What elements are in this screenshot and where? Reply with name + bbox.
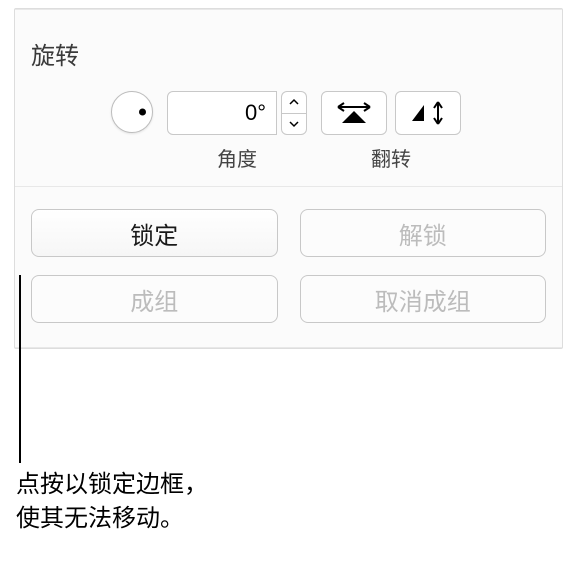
- inspector-panel: 旋转 0° 角度: [14, 8, 563, 349]
- rotation-controls-row: 0° 角度: [15, 91, 562, 186]
- callout-line-1: 点按以锁定边框，: [16, 471, 208, 498]
- angle-stepper-down[interactable]: [281, 113, 307, 136]
- unlock-button: 解锁: [300, 209, 547, 257]
- action-buttons-grid: 锁定 解锁 成组 取消成组: [15, 187, 562, 347]
- angle-stepper: [281, 91, 307, 135]
- rotation-section-title: 旋转: [15, 10, 562, 91]
- group-button: 成组: [31, 275, 278, 323]
- callout-leader-line: [19, 275, 21, 463]
- divider: [15, 347, 562, 348]
- angle-input[interactable]: 0°: [167, 91, 277, 135]
- flip-horizontal-button[interactable]: [321, 91, 387, 135]
- callout-text: 点按以锁定边框， 使其无法移动。: [16, 468, 208, 535]
- lock-button[interactable]: 锁定: [31, 209, 278, 257]
- angle-stepper-up[interactable]: [281, 91, 307, 113]
- flip-label: 翻转: [371, 143, 411, 172]
- flip-vertical-button[interactable]: [395, 91, 461, 135]
- ungroup-button: 取消成组: [300, 275, 547, 323]
- angle-label: 角度: [217, 143, 257, 172]
- rotation-dial[interactable]: [111, 91, 153, 133]
- callout-line-2: 使其无法移动。: [16, 505, 184, 532]
